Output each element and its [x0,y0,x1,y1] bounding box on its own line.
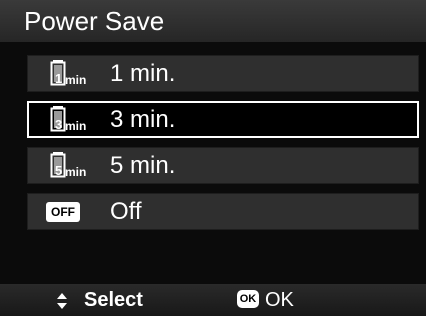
battery-timer-digit: 1 [55,71,62,86]
menu-item-5-min[interactable]: 5 min 5 min. [27,147,419,184]
up-down-arrows-icon [57,293,67,309]
battery-timer-icon: 5 min [50,152,86,179]
power-save-screen: Power Save 1 min 1 min. 3 min 3 min. 5 m… [0,0,426,316]
menu-item-label: 3 min. [110,106,176,133]
battery-timer-digit: 5 [55,163,62,178]
ok-hint-label: OK [265,289,294,311]
menu-item-off[interactable]: OFF Off [27,193,419,230]
header-bar: Power Save [0,0,426,42]
battery-timer-icon: 1 min [50,60,86,87]
off-badge-icon: OFF [46,202,80,222]
battery-timer-unit: min [65,73,86,87]
page-title: Power Save [24,6,165,36]
menu-item-label: Off [110,198,142,225]
battery-timer-digit: 3 [55,117,62,132]
battery-timer-unit: min [65,119,86,133]
menu-item-label: 1 min. [110,60,176,87]
battery-timer-unit: min [65,165,86,179]
menu-item-3-min[interactable]: 3 min 3 min. [27,101,419,138]
menu-item-1-min[interactable]: 1 min 1 min. [27,55,419,92]
ok-button-icon: OK [237,290,259,308]
menu-item-label: 5 min. [110,152,176,179]
power-save-menu: 1 min 1 min. 3 min 3 min. 5 min 5 min. O… [27,55,419,239]
select-hint-label: Select [84,289,143,311]
footer-bar: Select OK OK [0,284,426,316]
battery-timer-icon: 3 min [50,106,86,133]
